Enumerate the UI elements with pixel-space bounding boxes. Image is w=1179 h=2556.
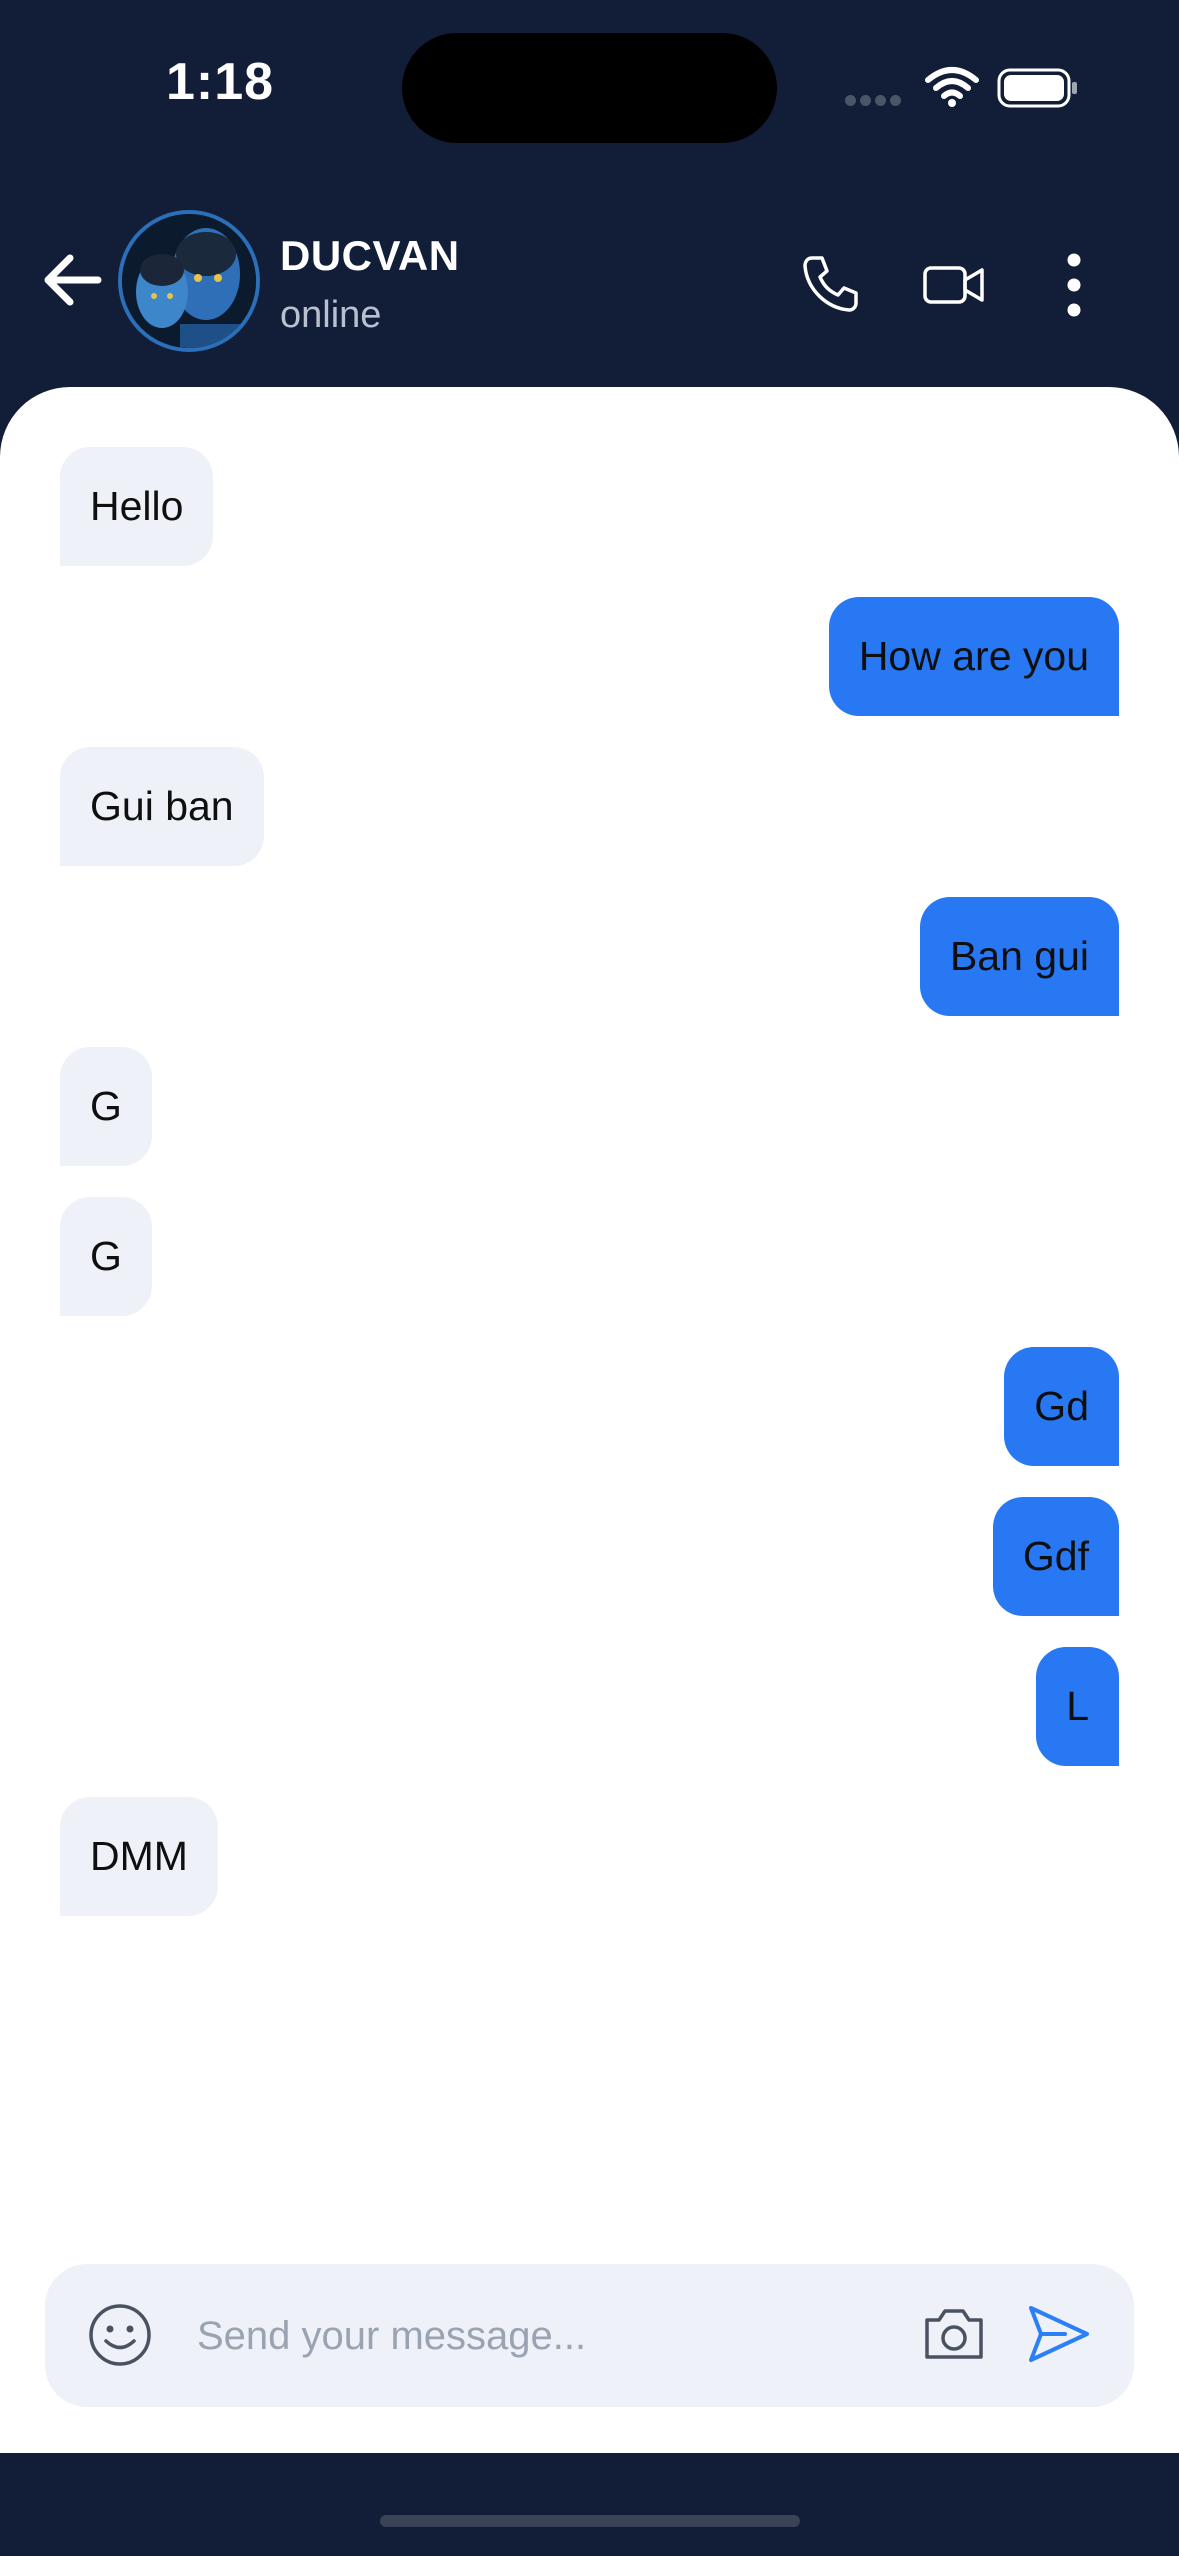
wifi-icon	[925, 67, 979, 107]
message-list: Hello How are you Gui ban Ban gui G G Gd Gdf L DM…	[60, 447, 1119, 1916]
received-message-bubble[interactable]: Hello	[60, 447, 214, 566]
received-message-bubble[interactable]: DMM	[60, 1797, 218, 1916]
chat-header: DUCVAN online	[0, 190, 1179, 390]
contact-name: DUCVAN	[280, 232, 460, 279]
battery-icon	[997, 68, 1077, 108]
home-indicator	[380, 2515, 800, 2527]
sent-message-bubble[interactable]: How are you	[828, 597, 1119, 716]
status-bar: 1:18	[0, 0, 1179, 180]
message-row: Gd	[60, 1347, 1119, 1466]
message-row: DMM	[60, 1797, 1119, 1916]
message-row: G	[60, 1047, 1119, 1166]
video-camera-icon[interactable]	[922, 260, 986, 310]
back-arrow-icon[interactable]	[40, 252, 104, 308]
smiley-icon[interactable]	[87, 2302, 153, 2368]
sent-message-bubble[interactable]: L	[1036, 1647, 1119, 1766]
message-row: Gui ban	[60, 747, 1119, 866]
avatar[interactable]	[118, 210, 260, 352]
message-row: G	[60, 1197, 1119, 1316]
message-row: How are you	[60, 597, 1119, 716]
camera-icon[interactable]	[921, 2304, 987, 2364]
contact-status: online	[280, 294, 382, 336]
cellular-signal-icon	[845, 95, 905, 107]
chat-panel: Hello How are you Gui ban Ban gui G G Gd Gdf L DM…	[0, 387, 1179, 2453]
received-message-bubble[interactable]: Gui ban	[60, 747, 264, 866]
message-row: L	[60, 1647, 1119, 1766]
message-composer	[45, 2264, 1134, 2407]
status-time: 1:18	[166, 53, 275, 111]
received-message-bubble[interactable]: G	[60, 1047, 152, 1166]
sent-message-bubble[interactable]: Gd	[1004, 1347, 1119, 1466]
message-row: Ban gui	[60, 897, 1119, 1016]
received-message-bubble[interactable]: G	[60, 1197, 152, 1316]
dynamic-island	[402, 33, 777, 143]
phone-icon[interactable]	[798, 252, 862, 316]
more-vertical-icon[interactable]	[1052, 250, 1096, 320]
message-row: Gdf	[60, 1497, 1119, 1616]
message-row: Hello	[60, 447, 1119, 566]
send-icon[interactable]	[1025, 2300, 1093, 2368]
sent-message-bubble[interactable]: Gdf	[992, 1497, 1119, 1616]
avatar-image	[122, 214, 256, 348]
message-input[interactable]	[197, 2298, 897, 2374]
sent-message-bubble[interactable]: Ban gui	[919, 897, 1119, 1016]
